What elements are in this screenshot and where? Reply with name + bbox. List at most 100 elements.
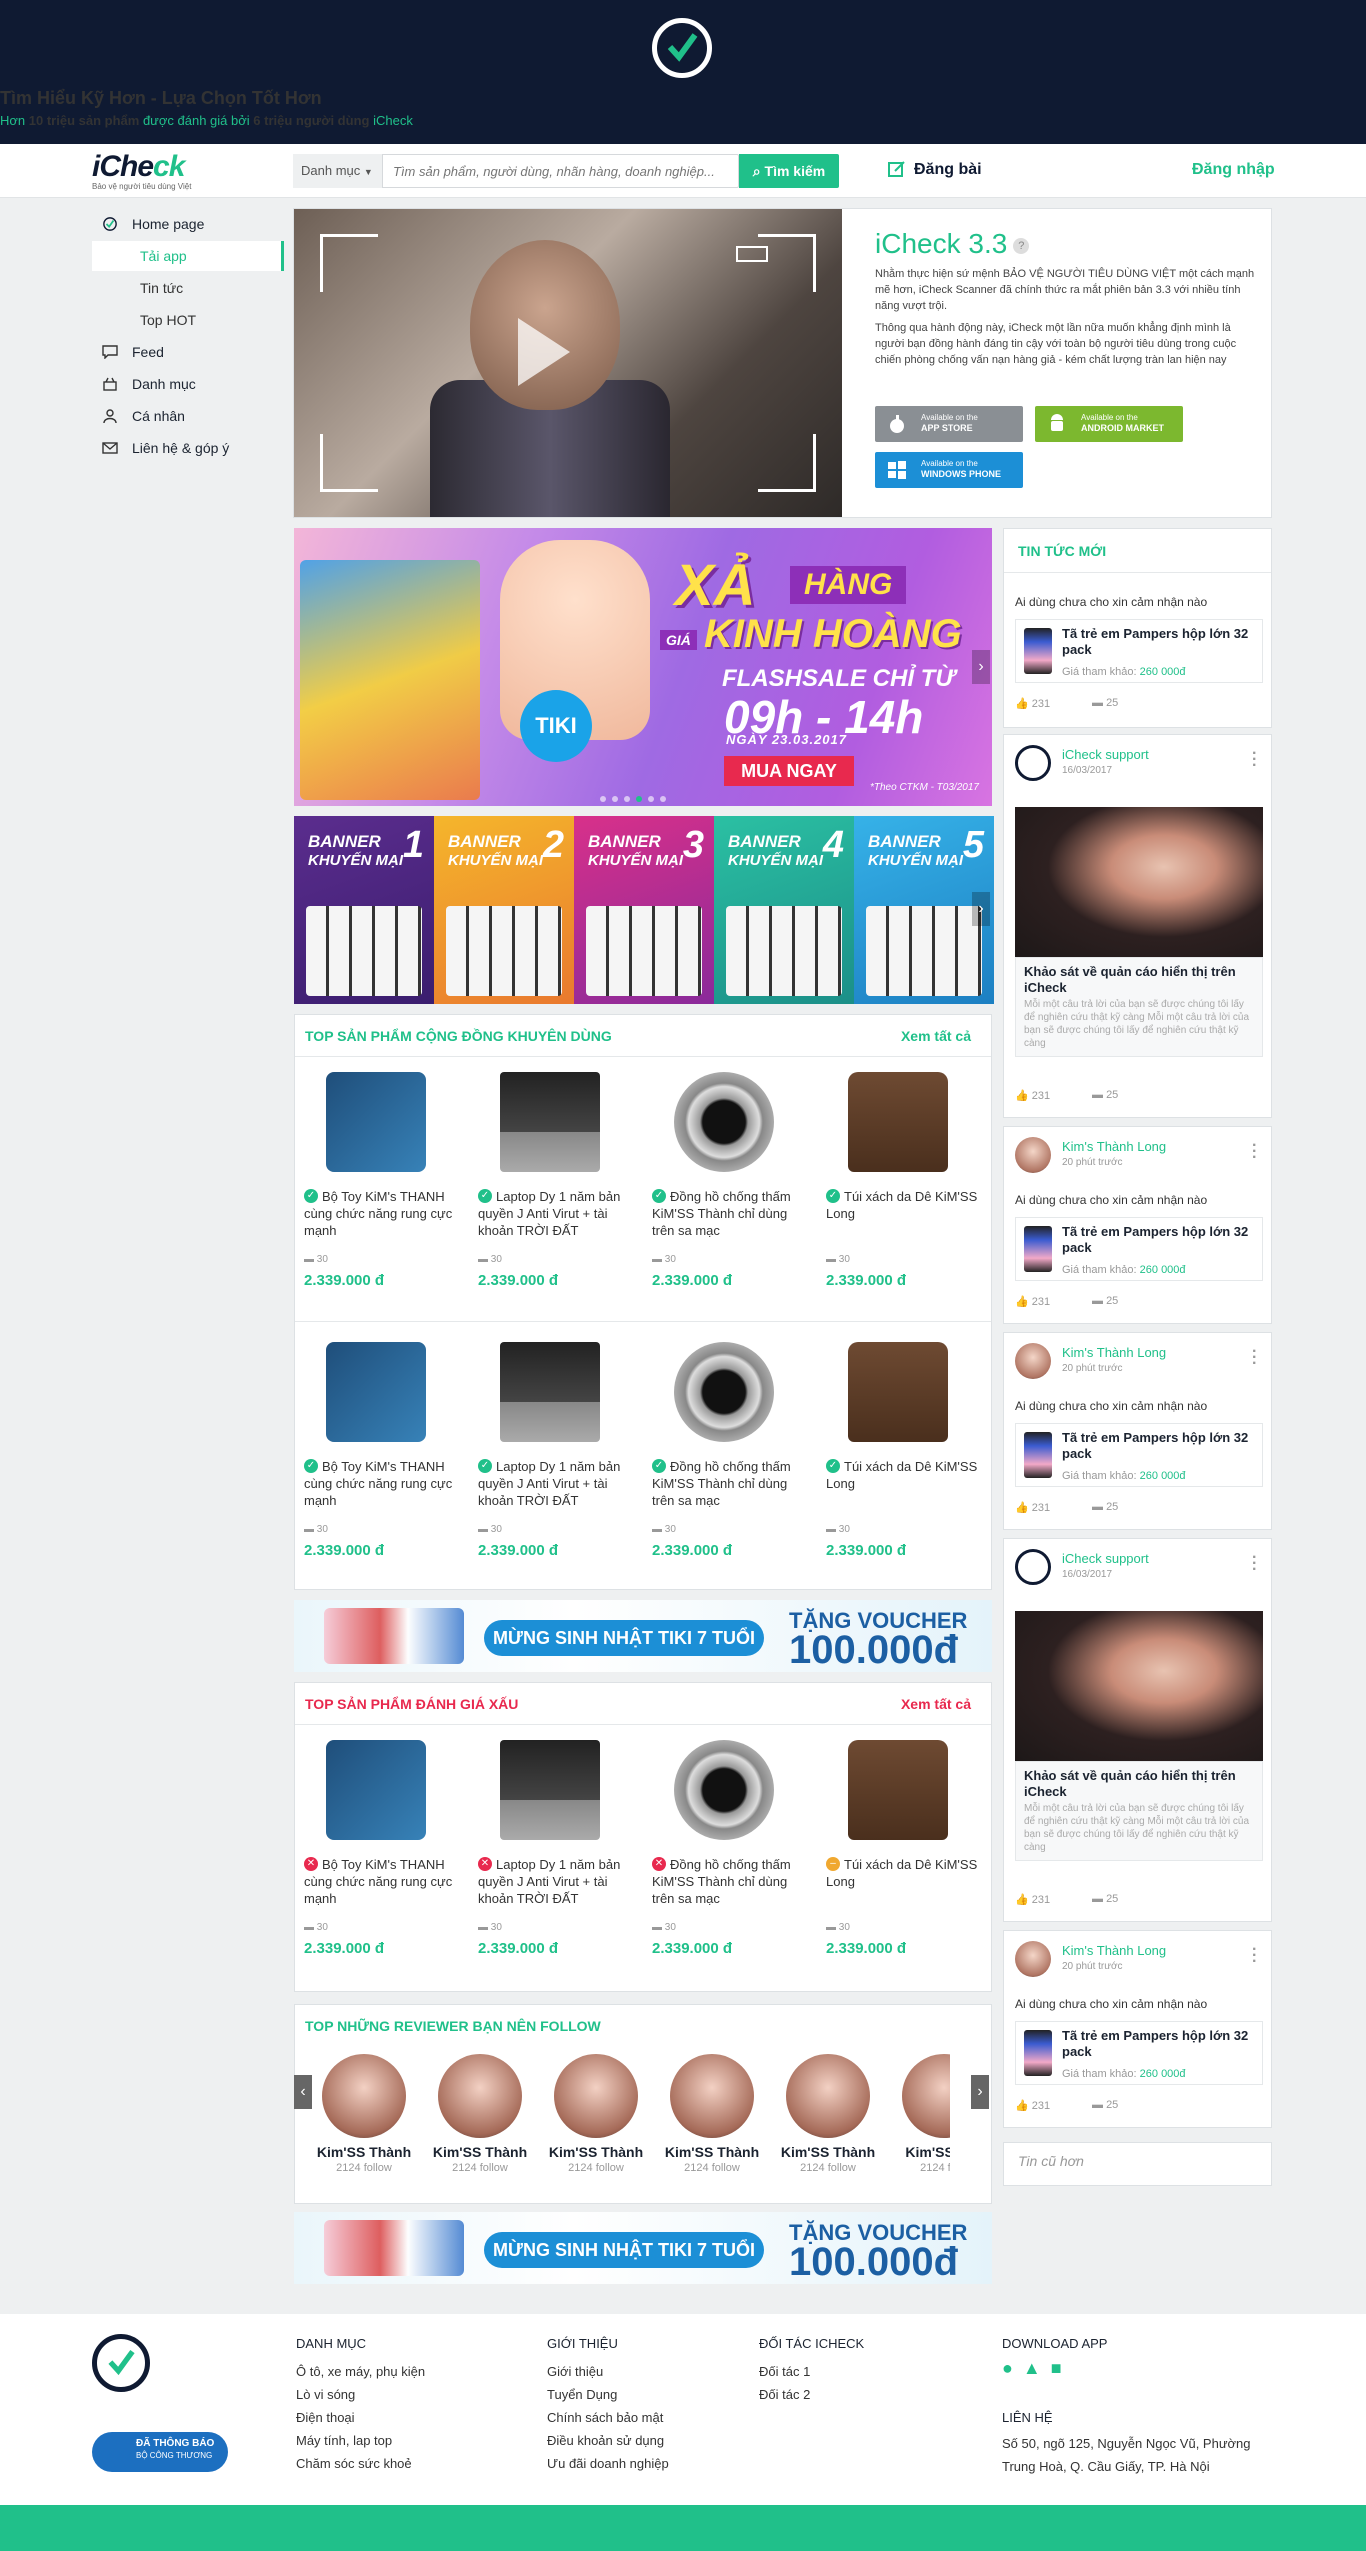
product-card[interactable]: ✓ Túi xách da Dê KiM'SS Long ▬ 30 2.339.000… (818, 1328, 992, 1598)
footer-link[interactable]: Điều khoản sử dụng (547, 2429, 669, 2452)
login-link[interactable]: Đăng nhập (1192, 158, 1275, 182)
post-product[interactable]: Tã trẻ em Pampers hộp lớn 32 pack Giá tha… (1015, 1217, 1263, 1281)
search-category-select[interactable]: Danh mục ▼ (293, 154, 383, 188)
see-all-link[interactable]: Xem tất cả (901, 1015, 971, 1057)
more-options-icon[interactable]: · · · (1252, 1942, 1258, 1970)
footer-link[interactable]: Đối tác 1 (759, 2360, 810, 2383)
comment-count[interactable]: ▬ 25 (1092, 2099, 1118, 2111)
android-icon[interactable]: ▲ (1023, 2358, 1041, 2378)
sidebar-sub-tin-tuc[interactable]: Tin tức (92, 273, 284, 303)
site-logo[interactable]: iCheck (92, 150, 185, 184)
search-input[interactable] (385, 155, 739, 187)
post-user[interactable]: iCheck support (1062, 1551, 1149, 1566)
search-button[interactable]: ⌕ Tìm kiếm (739, 154, 839, 188)
post-button[interactable]: Đăng bài (888, 158, 982, 182)
comment-count[interactable]: ▬ 25 (1092, 697, 1118, 709)
product-card[interactable]: ✓ Túi xách da Dê KiM'SS Long ▬ 30 2.339.000… (818, 1058, 992, 1328)
product-card[interactable]: ✓ Bộ Toy KiM's THANH cùng chức năng rung … (296, 1058, 470, 1328)
post-product[interactable]: Tã trẻ em Pampers hộp lớn 32 pack Giá tha… (1015, 2021, 1263, 2085)
sidebar-sub-top-hot[interactable]: Top HOT (92, 305, 284, 335)
post-product[interactable]: Tã trẻ em Pampers hộp lớn 32 pack Giá th… (1015, 619, 1263, 683)
avatar[interactable] (1015, 1137, 1051, 1173)
like-count[interactable]: 👍 231 (1015, 1893, 1050, 1906)
more-options-icon[interactable]: · · · (1252, 1138, 1258, 1166)
older-news-link[interactable]: Tin cũ hơn (1003, 2142, 1272, 2186)
reviewer-card[interactable]: Kim'SS Thành 2124 follow (778, 2054, 878, 2184)
footer-link[interactable]: Chăm sóc sức khoẻ (296, 2452, 425, 2475)
product-card[interactable]: ✓ Laptop Dy 1 năm bản quyền J Anti Virut … (470, 1058, 644, 1328)
product-card[interactable]: ✓ Bộ Toy KiM's THANH cùng chức năng rung … (296, 1328, 470, 1598)
product-card[interactable]: ✕ Laptop Dy 1 năm bản quyền J Anti Virut … (470, 1726, 644, 1996)
footer-link[interactable]: Ưu đãi doanh nghiệp (547, 2452, 669, 2475)
registered-badge[interactable]: ĐÃ THÔNG BÁO BỘ CÔNG THƯƠNG (92, 2432, 228, 2472)
product-card[interactable]: ✓ Laptop Dy 1 năm bản quyền J Anti Virut … (470, 1328, 644, 1598)
post-user[interactable]: iCheck support (1062, 747, 1149, 762)
promo-banner[interactable]: BANNER KHUYẾN MẠI 1 (294, 816, 434, 1004)
sidebar-sub-tai-app[interactable]: Tải app (92, 241, 284, 271)
avatar[interactable] (1015, 1941, 1051, 1977)
post-user[interactable]: Kim's Thành Long (1062, 1345, 1166, 1360)
reviewer-card[interactable]: Kim'SS Thành 2124 follow (430, 2054, 530, 2184)
comment-count[interactable]: ▬ 25 (1092, 1089, 1118, 1101)
footer-link[interactable]: Máy tính, lap top (296, 2429, 425, 2452)
android-market-button[interactable]: Available on the ANDROID MARKET (1035, 406, 1183, 442)
sidebar-item-home[interactable]: Home page (102, 209, 282, 239)
post-product[interactable]: Tã trẻ em Pampers hộp lớn 32 pack Giá tha… (1015, 1423, 1263, 1487)
comment-count[interactable]: ▬ 25 (1092, 1295, 1118, 1307)
promo-banner[interactable]: BANNER KHUYẾN MẠI 4 (714, 816, 854, 1004)
product-card[interactable]: ✓ Đồng hồ chống thấm KiM'SS Thành chỉ dùn… (644, 1328, 818, 1598)
reviewer-card[interactable]: Kim'SS Thành 2124 follow (662, 2054, 762, 2184)
reviewer-card[interactable]: Kim'SS Thà 2124 follo (894, 2054, 950, 2184)
survey-box[interactable]: Khảo sát về quản cáo hiển thị trên iChec… (1015, 957, 1263, 1057)
app-store-button[interactable]: Available on the APP STORE (875, 406, 1023, 442)
more-options-icon[interactable]: · · · (1252, 1344, 1258, 1372)
footer-link[interactable]: Chính sách bảo mật (547, 2406, 669, 2429)
chevron-right-icon[interactable]: › (971, 2075, 989, 2109)
sidebar-item-lien-he[interactable]: Liên hệ & góp ý (102, 433, 282, 463)
voucher-banner[interactable]: MỪNG SINH NHẬT TIKI 7 TUỔI TẶNG VOUCHER … (294, 2212, 992, 2284)
avatar[interactable] (1015, 745, 1051, 781)
promo-banner[interactable]: BANNER KHUYẾN MẠI 3 (574, 816, 714, 1004)
help-icon[interactable]: ? (1013, 238, 1030, 254)
product-card[interactable]: ✕ Đồng hồ chống thấm KiM'SS Thành chỉ dùn… (644, 1726, 818, 1996)
apple-icon[interactable]: ● (1002, 2358, 1013, 2378)
product-card[interactable]: ✕ Bộ Toy KiM's THANH cùng chức năng rung … (296, 1726, 470, 1996)
windows-phone-button[interactable]: Available on the WINDOWS PHONE (875, 452, 1023, 488)
more-options-icon[interactable]: · · · (1252, 746, 1258, 774)
product-card[interactable]: – Túi xách da Dê KiM'SS Long ▬ 30 2.339.000… (818, 1726, 992, 1996)
product-card[interactable]: ✓ Đồng hồ chống thấm KiM'SS Thành chỉ dùn… (644, 1058, 818, 1328)
post-user[interactable]: Kim's Thành Long (1062, 1139, 1166, 1154)
sidebar-item-ca-nhan[interactable]: Cá nhân (102, 401, 282, 431)
chevron-right-icon[interactable]: › (972, 892, 990, 926)
reviewer-card[interactable]: Kim'SS Thành 2124 follow (546, 2054, 646, 2184)
more-options-icon[interactable]: · · · (1252, 1550, 1258, 1578)
chevron-left-icon[interactable]: ‹ (294, 2075, 312, 2109)
comment-count[interactable]: ▬ 25 (1092, 1893, 1118, 1905)
like-count[interactable]: 👍 231 (1015, 1295, 1050, 1308)
footer-link[interactable]: Ô tô, xe máy, phụ kiện (296, 2360, 425, 2383)
see-all-link[interactable]: Xem tất cả (901, 1683, 971, 1725)
footer-link[interactable]: Giới thiệu (547, 2360, 669, 2383)
like-count[interactable]: 👍 231 (1015, 1089, 1050, 1102)
chevron-right-icon[interactable]: › (972, 650, 990, 684)
like-count[interactable]: 👍 231 (1015, 697, 1050, 710)
play-icon[interactable] (518, 318, 570, 386)
avatar[interactable] (1015, 1343, 1051, 1379)
buy-now-button[interactable]: MUA NGAY (724, 756, 854, 786)
footer-link[interactable]: Đối tác 2 (759, 2383, 810, 2406)
comment-count[interactable]: ▬ 25 (1092, 1501, 1118, 1513)
footer-link[interactable]: Điện thoại (296, 2406, 425, 2429)
like-count[interactable]: 👍 231 (1015, 2099, 1050, 2112)
voucher-banner[interactable]: MỪNG SINH NHẬT TIKI 7 TUỔI TẶNG VOUCHER … (294, 1600, 992, 1672)
windows-icon[interactable]: ■ (1051, 2358, 1062, 2378)
survey-box[interactable]: Khảo sát về quản cáo hiển thị trên iChec… (1015, 1761, 1263, 1861)
carousel-dots[interactable] (600, 790, 672, 805)
post-user[interactable]: Kim's Thành Long (1062, 1943, 1166, 1958)
footer-link[interactable]: Tuyển Dụng (547, 2383, 669, 2406)
like-count[interactable]: 👍 231 (1015, 1501, 1050, 1514)
avatar[interactable] (1015, 1549, 1051, 1585)
sidebar-item-feed[interactable]: Feed (102, 337, 282, 367)
footer-link[interactable]: Lò vi sóng (296, 2383, 425, 2406)
promo-banner[interactable]: BANNER KHUYẾN MẠI 2 (434, 816, 574, 1004)
reviewer-card[interactable]: Kim'SS Thành 2124 follow (314, 2054, 414, 2184)
